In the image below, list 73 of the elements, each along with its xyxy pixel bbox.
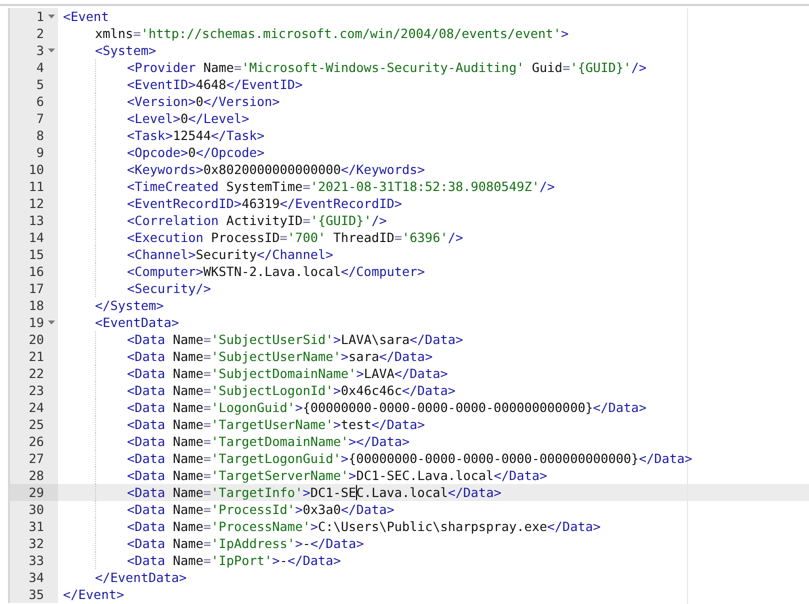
code-line: <Correlation ActivityID='{GUID}'/> [127, 212, 387, 229]
line-number: 31 [28, 518, 44, 535]
line-number: 1 [36, 8, 44, 25]
code-line: <Data Name='IpAddress'>-</Data> [127, 535, 364, 552]
line-number: 33 [28, 552, 44, 569]
code-line: <Security/> [127, 280, 212, 297]
code-line: </Event> [63, 586, 124, 603]
code-line: </System> [95, 297, 164, 314]
line-number: 17 [28, 280, 44, 297]
line-number: 21 [28, 348, 44, 365]
code-line: xmlns='http://schemas.microsoft.com/win/2004/08/events/event'> [95, 25, 569, 42]
line-number: 8 [36, 127, 44, 144]
line-number: 23 [28, 382, 44, 399]
line-number: 11 [28, 178, 44, 195]
code-line: <EventID>4648</EventID> [127, 76, 303, 93]
fold-arrow-icon[interactable] [48, 319, 54, 326]
line-number: 14 [28, 229, 44, 246]
code-line: <Data Name='TargetInfo'>DC1-SEC.Lava.local</Data> [127, 484, 502, 501]
line-number: 26 [28, 433, 44, 450]
code-line: <Version>0</Version> [127, 93, 280, 110]
line-number: 2 [36, 25, 44, 42]
line-number: 5 [36, 76, 44, 93]
line-number: 19 [28, 314, 44, 331]
line-number: 9 [36, 144, 44, 161]
line-number: 28 [28, 467, 44, 484]
code-line: <TimeCreated SystemTime='2021-08-31T18:52:38.9080549Z'/> [127, 178, 555, 195]
line-number: 12 [28, 195, 44, 212]
code-line: <Data Name='ProcessName'>C:\Users\Public\sharpspray.exe</Data> [127, 518, 601, 535]
code-line: <Level>0</Level> [127, 110, 250, 127]
code-line: <Data Name='SubjectLogonId'>0x46c46c</Data> [127, 382, 456, 399]
code-line: <EventData> [95, 314, 180, 331]
line-number: 6 [36, 93, 44, 110]
code-line: <Execution ProcessID='700' ThreadID='6396'/> [127, 229, 464, 246]
line-number: 10 [28, 161, 44, 178]
line-number: 16 [28, 263, 44, 280]
code-line: <Data Name='SubjectUserSid'>LAVA\sara</Data> [127, 331, 464, 348]
line-number: 4 [36, 59, 44, 76]
code-line: <Data Name='IpPort'>-</Data> [127, 552, 341, 569]
line-number: 18 [28, 297, 44, 314]
line-number: 20 [28, 331, 44, 348]
code-line: <Data Name='LogonGuid'>{00000000-0000-0000-0000-000000000000}</Data> [127, 399, 646, 416]
line-number: 22 [28, 365, 44, 382]
code-line: <Data Name='ProcessId'>0x3a0</Data> [127, 501, 394, 518]
code-line: <Data Name='TargetDomainName'></Data> [127, 433, 410, 450]
line-number: 30 [28, 501, 44, 518]
code-line: <System> [95, 42, 156, 59]
code-line: <Data Name='TargetLogonGuid'>{00000000-0000-0000-0000-000000000000}</Data> [127, 450, 692, 467]
code-line: <Task>12544</Task> [127, 127, 265, 144]
code-line: <Event [63, 8, 109, 25]
code-line: </EventData> [95, 569, 187, 586]
line-number: 29 [28, 484, 44, 501]
fold-arrow-icon[interactable] [48, 13, 54, 20]
line-number: 32 [28, 535, 44, 552]
line-number: 27 [28, 450, 44, 467]
line-number: 3 [36, 42, 44, 59]
line-number: 7 [36, 110, 44, 127]
code-line: <EventRecordID>46319</EventRecordID> [127, 195, 402, 212]
line-number: 25 [28, 416, 44, 433]
line-number: 13 [28, 212, 44, 229]
line-number: 24 [28, 399, 44, 416]
code-line: <Keywords>0x8020000000000000</Keywords> [127, 161, 425, 178]
code-line: <Opcode>0</Opcode> [127, 144, 264, 161]
fold-arrow-icon[interactable] [48, 47, 54, 54]
code-line: <Data Name='SubjectUserName'>sara</Data> [127, 348, 433, 365]
line-number: 34 [28, 569, 44, 586]
code-line: <Computer>WKSTN-2.Lava.local</Computer> [127, 263, 425, 280]
code-line: <Data Name='SubjectDomainName'>LAVA</Data> [127, 365, 448, 382]
code-line: <Data Name='TargetUserName'>test</Data> [127, 416, 425, 433]
code-line: <Provider Name='Microsoft-Windows-Security-Auditing' Guid='{GUID}'/> [127, 59, 646, 76]
code-line: <Data Name='TargetServerName'>DC1-SEC.Lava.local</Data> [127, 467, 548, 484]
line-number: 35 [28, 586, 44, 603]
line-number: 15 [28, 246, 44, 263]
code-line: <Channel>Security</Channel> [127, 246, 334, 263]
